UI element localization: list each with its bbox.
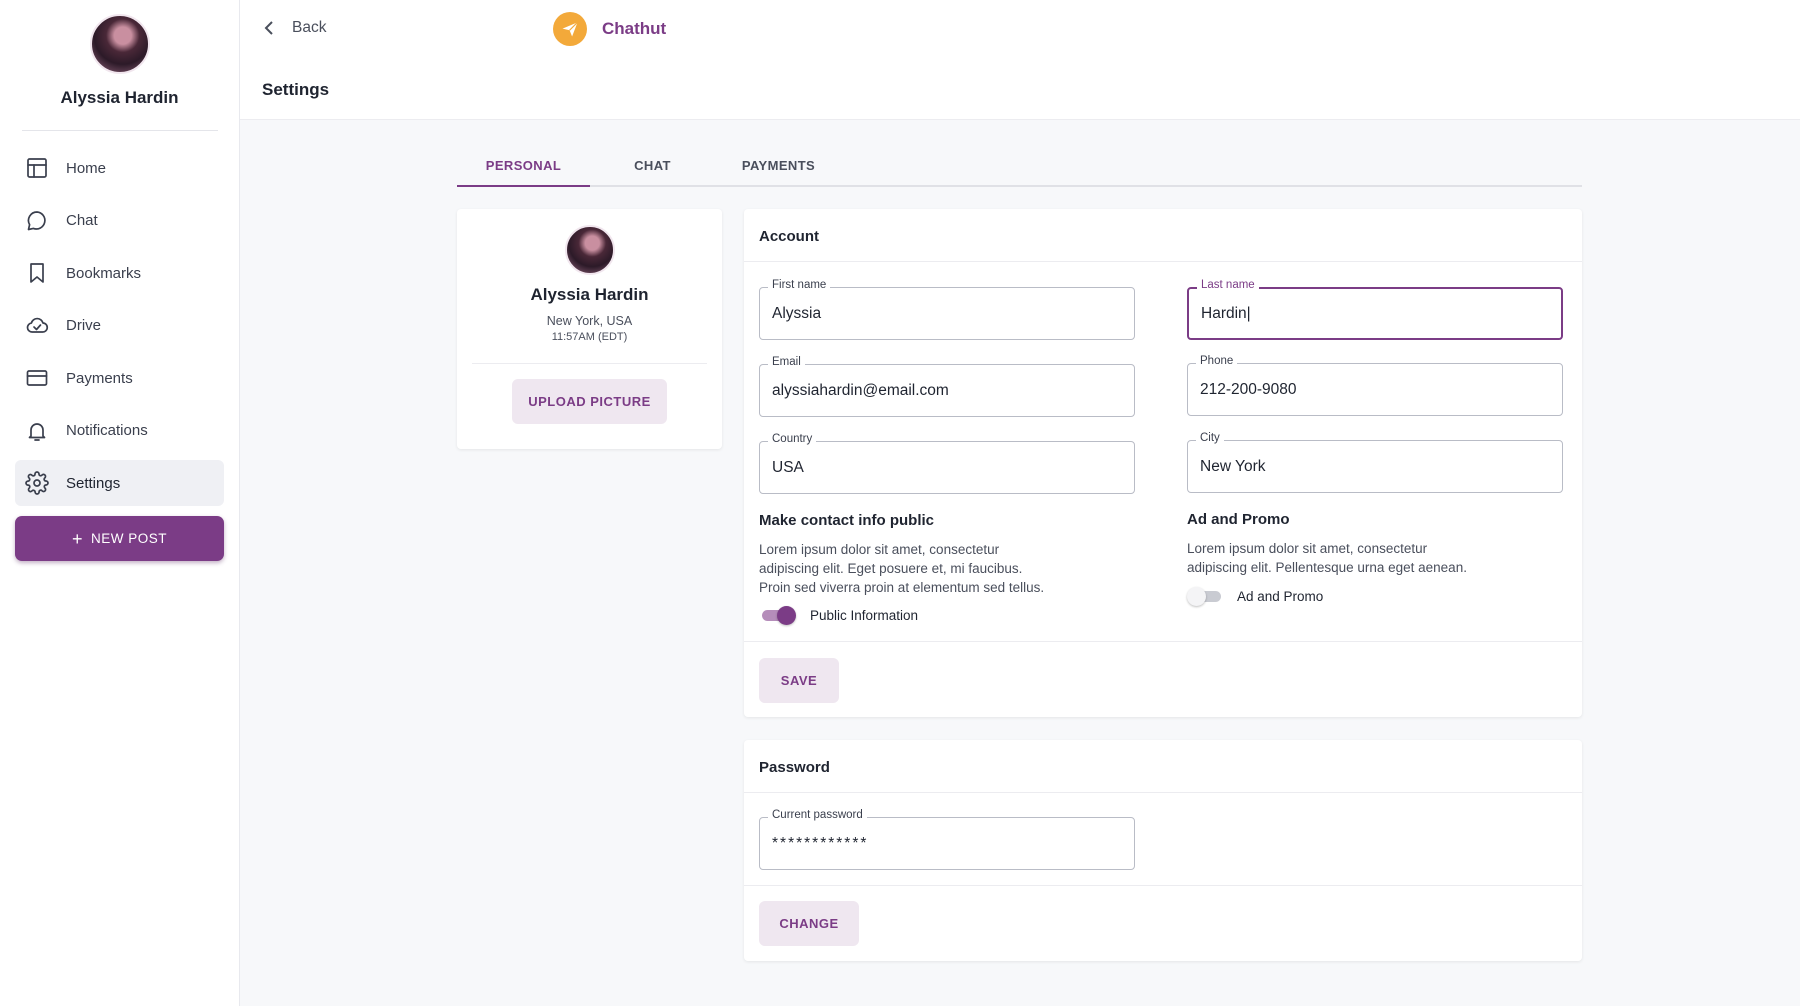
field-value: alyssiahardin@email.com [772,381,949,399]
account-title: Account [744,209,1582,262]
field-value: 212-200-9080 [1200,380,1297,398]
field-value: ************ [772,834,869,852]
tab-payments[interactable]: PAYMENTS [715,143,842,185]
brand-name: Chathut [602,19,667,38]
sidebar-item-label: Notifications [66,422,148,439]
city-field[interactable]: City New York [1187,432,1563,493]
field-value: Hardin| [1201,304,1251,322]
field-label: Last name [1197,279,1259,291]
field-value: Alyssia [772,304,822,322]
sidebar-user-name: Alyssia Hardin [60,88,179,107]
contact-public-description: Lorem ipsum dolor sit amet, consectetur … [759,540,1044,597]
last-name-field[interactable]: Last name Hardin| [1187,279,1563,340]
field-value: New York [1200,457,1266,475]
field-label: Current password [768,809,867,821]
tab-chat[interactable]: CHAT [590,143,715,185]
current-password-field[interactable]: Current password ************ [759,809,1135,870]
avatar [564,225,615,275]
bell-icon [25,419,49,443]
back-label: Back [292,19,327,36]
password-title: Password [744,740,1582,793]
description-line: Lorem ipsum dolor sit amet, consectetur [1187,541,1428,556]
sidebar-item-home[interactable]: Home [15,145,224,191]
new-post-button[interactable]: + NEW POST [15,516,224,561]
phone-field[interactable]: Phone 212-200-9080 [1187,355,1563,416]
page-title: Settings [262,80,330,99]
brand[interactable]: Chathut [553,12,666,46]
ad-promo-toggle[interactable] [1187,586,1223,606]
description-line: adipiscing elit. Eget posuere et, mi fau… [759,561,1023,576]
credit-card-icon [25,366,49,390]
save-button[interactable]: SAVE [759,658,839,703]
sidebar-item-notifications[interactable]: Notifications [15,408,224,454]
back-button[interactable]: Back [262,19,326,37]
field-label: City [1196,432,1224,444]
description-line: Lorem ipsum dolor sit amet, consectetur [759,542,1000,557]
public-info-toggle-label: Public Information [810,607,919,623]
profile-location: New York, USA [546,314,633,328]
chat-icon [25,209,49,233]
sidebar-divider [21,130,218,131]
sidebar: Alyssia Hardin Home Chat Bookmarks Drive [0,0,240,1006]
sidebar-item-label: Chat [66,212,98,229]
paper-plane-icon [553,12,587,46]
description-line: adipiscing elit. Pellentesque urna eget … [1187,560,1467,575]
sidebar-item-chat[interactable]: Chat [15,198,224,244]
ad-promo-description: Lorem ipsum dolor sit amet, consectetur … [1187,539,1467,577]
country-field[interactable]: Country USA [759,433,1135,494]
change-password-button[interactable]: CHANGE [759,901,859,946]
sidebar-item-label: Settings [66,474,121,492]
cloud-icon [25,314,49,338]
sidebar-item-payments[interactable]: Payments [15,355,224,401]
sidebar-nav: Home Chat Bookmarks Drive Payments Notif… [0,145,239,506]
divider [472,363,707,364]
sidebar-item-label: Bookmarks [66,264,142,282]
gear-icon [25,471,49,495]
sidebar-item-bookmarks[interactable]: Bookmarks [15,250,224,296]
sidebar-item-label: Home [66,159,107,177]
sidebar-profile: Alyssia Hardin [0,0,239,108]
public-info-toggle[interactable] [760,605,796,625]
new-post-label: NEW POST [91,531,168,546]
profile-card: Alyssia Hardin New York, USA 11:57AM (ED… [457,209,722,449]
divider [744,641,1582,642]
home-icon [25,156,49,180]
chevron-left-icon [264,21,273,35]
sidebar-item-drive[interactable]: Drive [15,303,224,349]
avatar[interactable] [89,14,150,74]
ad-promo-toggle-label: Ad and Promo [1237,588,1324,604]
ad-promo-toggle-row: Ad and Promo [1187,586,1323,606]
field-value: USA [772,458,804,476]
upload-picture-button[interactable]: UPLOAD PICTURE [512,379,667,424]
profile-name: Alyssia Hardin [530,285,649,304]
sidebar-item-label: Payments [66,369,133,387]
email-field[interactable]: Email alyssiahardin@email.com [759,356,1135,417]
profile-time: 11:57AM (EDT) [551,331,628,343]
sidebar-item-label: Drive [66,317,102,334]
plus-icon: + [71,528,83,549]
tab-personal[interactable]: PERSONAL [457,143,590,187]
sidebar-item-settings[interactable]: Settings [15,460,224,506]
field-label: First name [768,279,831,291]
account-card: Account First name Alyssia Last name Har… [744,209,1582,717]
field-label: Email [768,356,805,368]
ad-promo-title: Ad and Promo [1187,511,1290,528]
divider [744,885,1582,886]
settings-tabs: PERSONAL CHAT PAYMENTS [457,143,1582,187]
password-card: Password Current password ************ C… [744,740,1582,961]
first-name-field[interactable]: First name Alyssia [759,279,1135,340]
field-label: Phone [1196,355,1238,367]
field-label: Country [768,433,817,445]
bookmark-icon [25,261,49,285]
contact-public-title: Make contact info public [759,512,935,529]
toggle-knob [1187,587,1206,606]
toggle-knob [777,606,796,625]
public-info-toggle-row: Public Information [760,605,918,625]
topbar: Back Chathut Settings [240,0,1800,120]
description-line: Proin sed viverra proin at elementum sed… [759,580,1045,595]
